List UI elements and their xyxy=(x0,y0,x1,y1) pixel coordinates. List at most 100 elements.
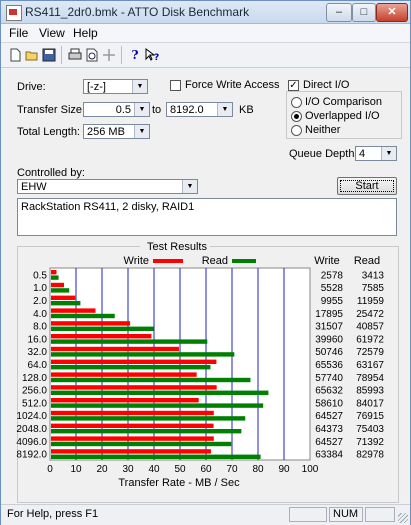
write-bar xyxy=(51,270,57,275)
status-pane-scroll xyxy=(365,507,395,522)
read-bar xyxy=(51,275,59,280)
y-tick-label: 128.0 xyxy=(22,373,47,384)
read-value: 82978 xyxy=(356,450,384,461)
main-panel: Drive: [-z-] ▼ Force Write Access ✓ Dire… xyxy=(5,69,408,503)
read-bar xyxy=(51,326,154,331)
y-tick-label: 1.0 xyxy=(33,283,47,294)
menu-bar: File View Help xyxy=(1,24,410,43)
read-bar xyxy=(51,288,70,293)
read-value: 7585 xyxy=(362,283,385,294)
y-tick-label: 0.5 xyxy=(33,270,47,281)
y-tick-label: 4096.0 xyxy=(16,437,47,448)
read-bar xyxy=(51,339,208,344)
app-window: RS411_2dr0.bmk - ATTO Disk Benchmark – □… xyxy=(0,0,411,525)
x-tick-label: 20 xyxy=(96,464,108,475)
write-bar xyxy=(51,436,214,441)
x-tick-label: 30 xyxy=(122,464,134,475)
read-value: 75403 xyxy=(356,424,384,435)
read-bar xyxy=(51,377,251,383)
read-value: 40857 xyxy=(356,322,384,333)
read-bar xyxy=(51,301,81,306)
y-tick-label: 2.0 xyxy=(33,296,47,307)
write-bar xyxy=(51,423,214,428)
menu-help[interactable]: Help xyxy=(73,26,98,40)
read-value: 3413 xyxy=(362,270,385,281)
read-value: 25472 xyxy=(356,309,384,320)
num-lock-indicator: NUM xyxy=(329,507,363,522)
resize-grip-icon[interactable] xyxy=(398,513,408,523)
help-icon[interactable]: ? xyxy=(126,46,144,64)
svg-text:?: ? xyxy=(154,53,159,62)
read-value: 11959 xyxy=(357,296,385,307)
title-bar[interactable]: RS411_2dr0.bmk - ATTO Disk Benchmark – □… xyxy=(1,1,410,24)
y-tick-label: 256.0 xyxy=(22,386,47,397)
write-bar xyxy=(51,385,217,390)
x-tick-label: 40 xyxy=(148,464,160,475)
maximize-button[interactable]: □ xyxy=(352,3,376,22)
write-bar xyxy=(51,321,131,326)
y-tick-label: 16.0 xyxy=(28,334,48,345)
read-value: 72579 xyxy=(356,347,384,358)
legend-write-swatch xyxy=(153,259,183,263)
y-tick-label: 4.0 xyxy=(33,309,47,320)
y-tick-label: 8.0 xyxy=(33,322,47,333)
read-bar xyxy=(51,441,232,447)
read-bar xyxy=(51,429,242,434)
y-tick-label: 2048.0 xyxy=(16,424,47,435)
read-value: 71392 xyxy=(356,437,384,448)
y-tick-label: 512.0 xyxy=(22,398,47,409)
column-write-header: Write xyxy=(314,255,339,267)
write-value: 39960 xyxy=(315,334,343,345)
write-value: 63384 xyxy=(315,450,343,461)
write-value: 65536 xyxy=(315,360,343,371)
write-bar xyxy=(51,449,211,454)
write-value: 64373 xyxy=(315,424,343,435)
close-button[interactable]: ✕ xyxy=(376,3,408,22)
context-help-icon[interactable]: ? xyxy=(143,46,161,64)
legend-write-label: Write xyxy=(124,255,149,267)
read-bar xyxy=(51,313,115,319)
write-value: 57740 xyxy=(315,373,343,384)
write-value: 65632 xyxy=(315,386,343,397)
y-tick-label: 1024.0 xyxy=(16,411,47,422)
read-value: 76915 xyxy=(356,411,384,422)
x-tick-label: 80 xyxy=(252,464,264,475)
read-bar xyxy=(51,352,235,357)
read-value: 85993 xyxy=(356,386,384,397)
print-icon[interactable] xyxy=(66,46,84,64)
write-value: 5528 xyxy=(321,283,344,294)
write-bar xyxy=(51,282,65,288)
x-tick-label: 50 xyxy=(174,464,186,475)
x-tick-label: 90 xyxy=(278,464,290,475)
y-tick-label: 64.0 xyxy=(28,360,48,371)
write-bar xyxy=(51,372,197,377)
status-pane-blank xyxy=(289,507,327,522)
new-file-icon[interactable] xyxy=(6,46,24,64)
read-bar xyxy=(51,365,211,370)
column-read-header: Read xyxy=(354,255,380,267)
menu-view[interactable]: View xyxy=(39,26,65,40)
write-bar xyxy=(51,398,199,403)
write-bar xyxy=(51,410,214,416)
read-value: 78954 xyxy=(356,373,384,384)
x-tick-label: 100 xyxy=(302,464,319,475)
app-icon xyxy=(6,5,22,21)
read-bar xyxy=(51,390,269,395)
minimize-button[interactable]: – xyxy=(326,3,352,22)
x-tick-label: 0 xyxy=(47,464,53,475)
write-bar xyxy=(51,346,179,352)
move-icon[interactable] xyxy=(100,46,118,64)
read-value: 61972 xyxy=(356,334,384,345)
window-title: RS411_2dr0.bmk - ATTO Disk Benchmark xyxy=(25,5,250,19)
save-icon[interactable] xyxy=(40,46,58,64)
write-bar xyxy=(51,295,76,300)
x-axis-label: Transfer Rate - MB / Sec xyxy=(118,477,240,489)
status-help-text: For Help, press F1 xyxy=(7,508,99,520)
print-preview-icon[interactable] xyxy=(83,46,101,64)
results-chart: Test Results Write Read Write Read 0 10 20… xyxy=(16,239,385,489)
open-folder-icon[interactable] xyxy=(23,46,41,64)
menu-file[interactable]: File xyxy=(9,26,28,40)
write-bar xyxy=(51,359,217,364)
x-tick-label: 60 xyxy=(200,464,212,475)
read-bar xyxy=(51,403,264,408)
